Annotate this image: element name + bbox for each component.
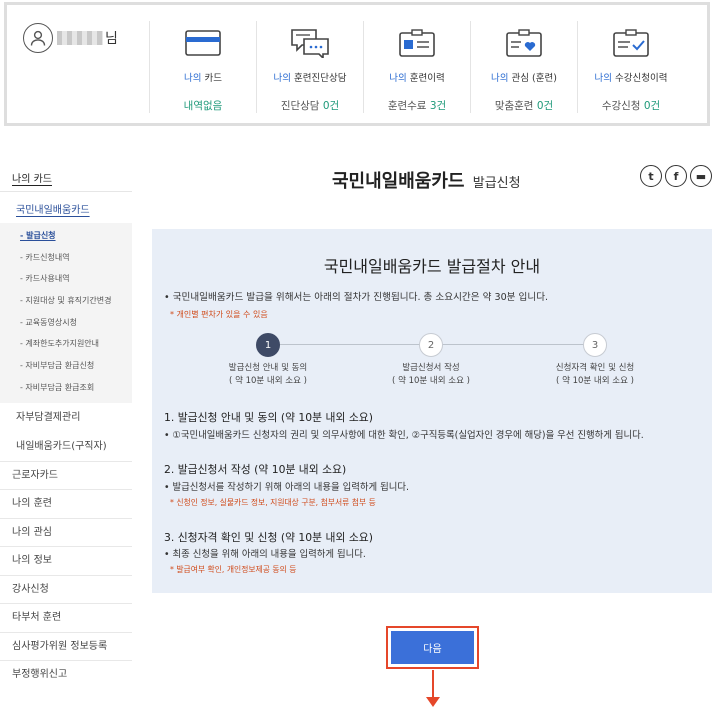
next-button-highlight: 다음 xyxy=(386,626,479,669)
sidebar-child-card-usage[interactable]: - 카드사용내역 xyxy=(0,268,132,290)
sidebar-section-my-card[interactable]: 나의 카드 xyxy=(0,160,132,192)
user-info: 님 xyxy=(23,23,118,53)
sidebar-item-national-card[interactable]: 국민내일배움카드 xyxy=(0,192,132,223)
sidebar-child-card-apply-history[interactable]: - 카드신청내역 xyxy=(0,247,132,269)
down-arrow-icon xyxy=(432,670,434,698)
stat-interest[interactable]: 나의 관심 (훈련) 맞춤훈련 0건 xyxy=(470,21,577,113)
step-label-3: 신청자격 확인 및 신청( 약 10분 내외 소요 ) xyxy=(555,363,635,386)
stat-value: 맞춤훈련 0건 xyxy=(494,100,554,112)
stat-label: 나의 훈련진단상담 xyxy=(273,73,347,84)
guide-heading: 국민내일배움카드 발급절차 안내 xyxy=(323,257,541,276)
section-2-note: * 신청인 정보, 실물카드 정보, 지원대상 구분, 첨부서류 첨부 등 xyxy=(170,498,376,507)
share-bus-icon[interactable]: ▬ xyxy=(690,165,712,187)
section-3-heading: 3. 신청자격 확인 및 신청 (약 10분 내외 소요) xyxy=(164,531,373,544)
sidebar-item-jobseeker-card[interactable]: 내일배움카드(구직자) xyxy=(0,432,132,461)
sidebar-submenu: - 발급신청 - 카드신청내역 - 카드사용내역 - 지원대상 및 휴직기간변경… xyxy=(0,223,132,403)
stat-value: 진단상담 0건 xyxy=(280,100,340,112)
section-2-text: • 발급신청서를 작성하기 위해 아래의 내용을 입력하게 됩니다. xyxy=(164,482,409,493)
stat-label: 나의 관심 (훈련) xyxy=(491,73,557,84)
step-label-1: 발급신청 안내 및 동의( 약 10분 내외 소요 ) xyxy=(228,363,308,386)
guide-panel: 국민내일배움카드 발급절차 안내 • 국민내일배움카드 발급을 위해서는 아래의… xyxy=(152,229,712,593)
step-circle-1: 1 xyxy=(256,333,280,357)
sidebar-item-self-pay[interactable]: 자부담결제관리 xyxy=(0,403,132,432)
page-title-main: 국민내일배움카드 xyxy=(332,171,465,192)
section-2-heading: 2. 발급신청서 작성 (약 10분 내외 소요) xyxy=(164,463,347,476)
guide-note: * 개인별 편차가 있을 수 있음 xyxy=(170,310,268,319)
stat-history[interactable]: 나의 훈련이력 훈련수료 3건 xyxy=(363,21,470,113)
twitter-icon[interactable]: t xyxy=(640,165,662,187)
card-icon xyxy=(185,27,221,58)
stat-value: 훈련수료 3건 xyxy=(387,100,447,112)
section-1-text: • ①국민내일배움카드 신청자의 권리 및 의무사항에 대한 확인, ②구직등록… xyxy=(164,430,644,441)
section-3-text: • 최종 신청을 위해 아래의 내용을 입력하게 됩니다. xyxy=(164,549,366,560)
sidebar-item-other-ministry[interactable]: 타부처 훈련 xyxy=(0,603,132,632)
guide-intro: • 국민내일배움카드 발급을 위해서는 아래의 절차가 진행됩니다. 총 소요시… xyxy=(164,292,549,303)
stat-enrollment[interactable]: 나의 수강신청이력 수강신청 0건 xyxy=(577,21,684,113)
facebook-icon[interactable]: f xyxy=(665,165,687,187)
sidebar-item-my-training[interactable]: 나의 훈련 xyxy=(0,489,132,518)
sidebar-item-reviewer[interactable]: 심사평가위원 정보등록 xyxy=(0,631,132,661)
chat-bubble-icon xyxy=(290,27,330,58)
page-title: 국민내일배움카드 발급신청 xyxy=(332,167,521,193)
section-3-note: * 발급여부 확인, 개인정보제공 동의 등 xyxy=(170,565,297,574)
user-suffix: 님 xyxy=(105,31,118,47)
sidebar-child-refund-inquiry[interactable]: - 자비부담금 환급조회 xyxy=(0,377,132,399)
sidebar-child-support-change[interactable]: - 지원대상 및 휴직기간변경 xyxy=(0,290,132,312)
next-button[interactable]: 다음 xyxy=(391,631,474,664)
stat-label: 나의 훈련이력 xyxy=(389,73,445,84)
section-1-heading: 1. 발급신청 안내 및 동의 (약 10분 내외 소요) xyxy=(164,411,373,424)
stat-value: 수강신청 0건 xyxy=(601,100,661,112)
sidebar-item-worker-card[interactable]: 근로자카드 xyxy=(0,460,132,490)
sidebar-child-education-video[interactable]: - 교육동영상시청 xyxy=(0,312,132,334)
sidebar-item-my-interest[interactable]: 나의 관심 xyxy=(0,517,132,547)
stat-label: 나의 수강신청이력 xyxy=(594,73,668,84)
heart-card-icon xyxy=(506,27,542,58)
sidebar-item-instructor[interactable]: 강사신청 xyxy=(0,574,132,604)
user-avatar-icon xyxy=(23,23,53,53)
sidebar: 나의 카드 국민내일배움카드 - 발급신청 - 카드신청내역 - 카드사용내역 … xyxy=(0,160,132,689)
stat-value: 내역없음 xyxy=(183,100,223,112)
sidebar-item-my-info[interactable]: 나의 정보 xyxy=(0,546,132,575)
stat-label: 나의 카드 xyxy=(184,73,222,84)
check-card-icon xyxy=(613,27,649,58)
step-label-2: 발급신청서 작성( 약 10분 내외 소요 ) xyxy=(392,363,470,386)
summary-panel: 님 나의 카드 내역없음 나의 훈련진단상담 진단상담 0건 나의 훈련이력 훈… xyxy=(4,2,710,126)
step-circle-3: 3 xyxy=(583,333,607,357)
step-circle-2: 2 xyxy=(419,333,443,357)
id-card-icon xyxy=(399,27,435,58)
masked-user-name xyxy=(57,31,103,45)
page-title-sub: 발급신청 xyxy=(472,176,521,191)
sidebar-child-refund-apply[interactable]: - 자비부담금 환급신청 xyxy=(0,355,132,377)
stats-row: 나의 카드 내역없음 나의 훈련진단상담 진단상담 0건 나의 훈련이력 훈련수… xyxy=(149,21,684,113)
down-arrow-head-icon xyxy=(426,697,440,707)
sidebar-item-misconduct[interactable]: 부정행위신고 xyxy=(0,660,132,689)
stat-my-card[interactable]: 나의 카드 내역없음 xyxy=(149,21,256,113)
stat-consult[interactable]: 나의 훈련진단상담 진단상담 0건 xyxy=(256,21,363,113)
sidebar-child-issue-apply[interactable]: - 발급신청 xyxy=(0,225,132,247)
sidebar-child-limit-info[interactable]: - 계좌한도추가지원안내 xyxy=(0,333,132,355)
